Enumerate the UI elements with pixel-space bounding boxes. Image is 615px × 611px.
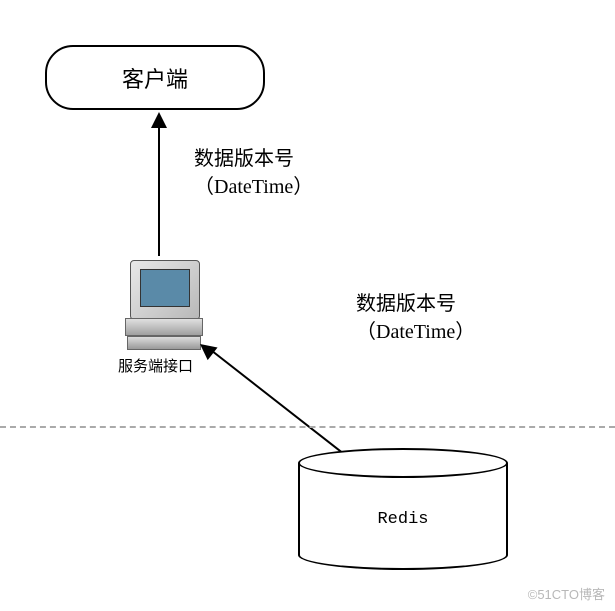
server-node [125,260,203,352]
client-label: 客户端 [122,62,188,94]
arrow-server-to-client [158,118,160,256]
database-label: Redis [298,510,508,529]
server-label: 服务端接口 [118,355,193,376]
computer-screen-icon [140,269,190,307]
computer-base-icon [125,318,203,336]
database-node: Redis [298,448,508,570]
edge-label-database-to-server: 数据版本号 （DateTime） [356,290,475,346]
computer-monitor-icon [130,260,200,320]
edge-label-line2: （DateTime） [194,173,313,201]
arrow-server-to-client-head [151,112,167,128]
computer-keyboard-icon [127,336,201,350]
edge-label-server-to-client: 数据版本号 （DateTime） [194,145,313,201]
watermark: ©51CTO博客 [528,584,605,603]
cylinder-top-icon [298,448,508,478]
cylinder-bottom-icon [298,540,508,570]
edge-label-line1: 数据版本号 [356,290,475,318]
arrow-database-to-server [206,346,347,457]
edge-label-line2: （DateTime） [356,318,475,346]
divider-line [0,426,615,428]
client-node: 客户端 [45,45,265,110]
edge-label-line1: 数据版本号 [194,145,313,173]
